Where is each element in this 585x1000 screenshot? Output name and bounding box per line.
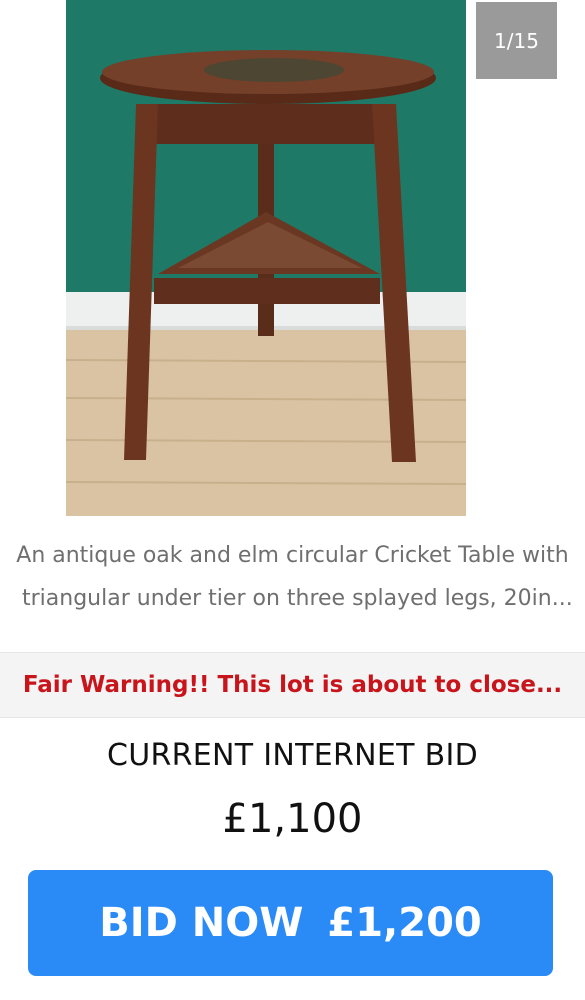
closing-warning-banner: Fair Warning!! This lot is about to clos… — [0, 652, 585, 718]
lot-photo — [66, 0, 466, 516]
bid-now-label: BID NOW — [99, 900, 304, 946]
image-counter-badge: 1/15 — [476, 2, 557, 79]
bid-now-amount: £1,200 — [327, 900, 482, 946]
current-bid-amount: £1,100 — [222, 796, 363, 842]
current-bid-label: CURRENT INTERNET BID — [106, 738, 479, 773]
lot-image[interactable] — [66, 0, 466, 516]
lot-description-line-1: An antique oak and elm circular Cricket … — [16, 543, 569, 568]
lot-page: 1/15 An antique oak and elm circular Cri… — [0, 0, 585, 1000]
lot-description-line-2: triangular under tier on three splayed l… — [22, 586, 573, 611]
lot-description[interactable]: An antique oak and elm circular Cricket … — [0, 534, 585, 620]
bid-now-button[interactable]: BID NOW £1,200 — [28, 870, 553, 976]
